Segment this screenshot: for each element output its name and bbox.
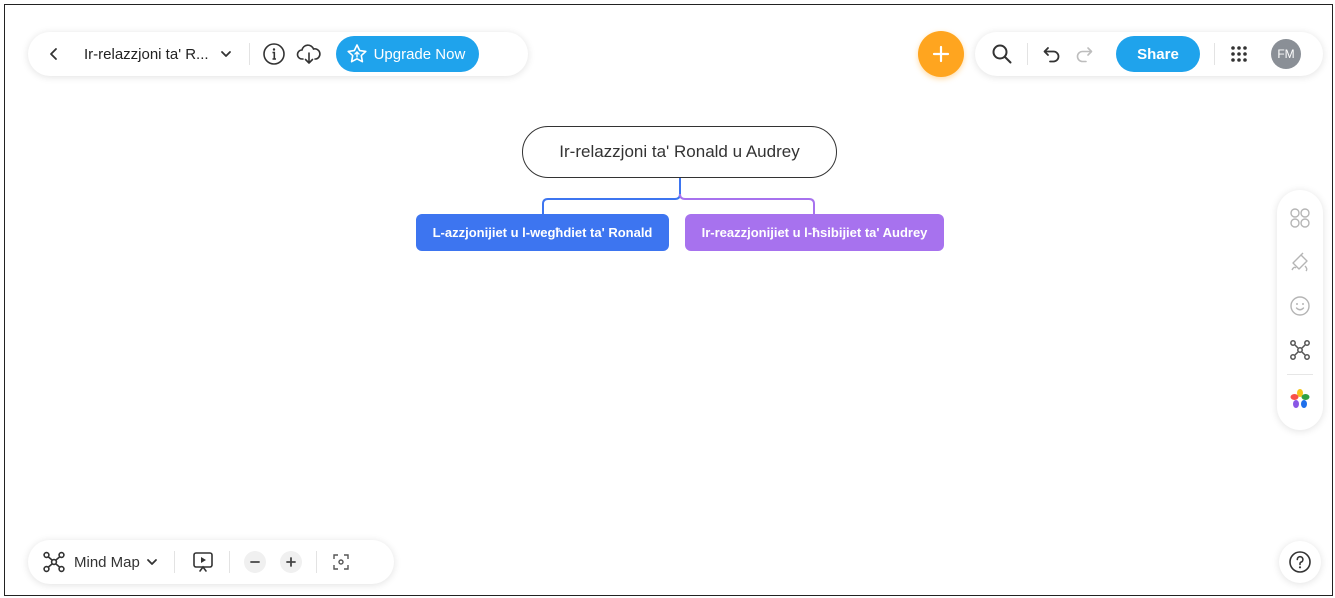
- mindmap-root-node[interactable]: Ir-relazzjoni ta' Ronald u Audrey: [522, 126, 837, 178]
- mind-map-icon[interactable]: [42, 551, 66, 573]
- view-mode-label[interactable]: Mind Map: [74, 554, 140, 571]
- help-icon: [1288, 550, 1312, 574]
- emoji-icon[interactable]: [1282, 288, 1318, 324]
- format-toolbar: [1277, 190, 1323, 430]
- mindmap-child-node[interactable]: Ir-reazzjonijiet u l-ħsibijiet ta' Audre…: [685, 214, 944, 251]
- divider: [315, 551, 317, 573]
- chevron-down-icon[interactable]: [146, 556, 158, 568]
- mindmap-child-node[interactable]: L-azzjonijiet u l-wegħdiet ta' Ronald: [416, 214, 669, 251]
- divider: [228, 551, 230, 573]
- fit-to-screen-icon[interactable]: [331, 552, 351, 572]
- connector-root-left: [542, 178, 681, 214]
- mindmap-connectors: [542, 178, 815, 214]
- zoom-in-button[interactable]: [279, 551, 302, 573]
- style-brush-icon[interactable]: [1282, 244, 1318, 280]
- connector-root-right: [679, 193, 815, 214]
- presentation-icon[interactable]: [191, 550, 215, 574]
- divider: [1287, 374, 1313, 375]
- help-button[interactable]: [1279, 541, 1321, 583]
- color-palette-icon[interactable]: [1282, 381, 1318, 417]
- layout-icon[interactable]: [1282, 200, 1318, 236]
- zoom-out-button[interactable]: [243, 551, 266, 573]
- divider: [173, 551, 175, 573]
- structure-icon[interactable]: [1282, 332, 1318, 368]
- view-toolbar: Mind Map: [28, 540, 394, 584]
